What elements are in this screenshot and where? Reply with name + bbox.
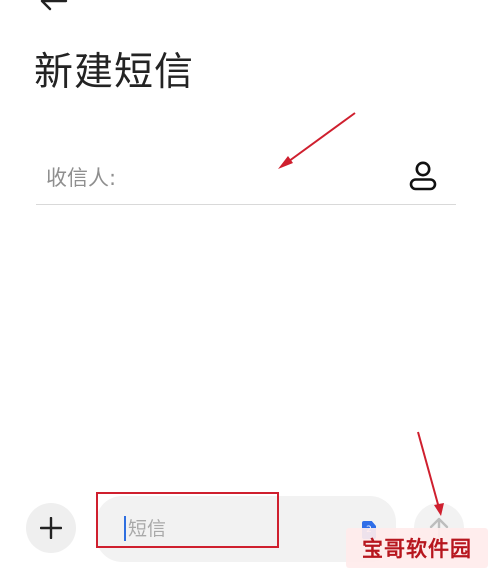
recipient-label: 收信人: [46,166,117,190]
send-button[interactable] [414,503,464,553]
arrow-left-icon [40,0,68,11]
page-title: 新建短信 [34,50,195,95]
sim-card-icon[interactable]: 2 [362,521,376,539]
annotation-arrow-send [417,431,440,509]
send-arrow-up-icon [429,517,449,540]
message-composer[interactable] [96,496,396,562]
recipient-field[interactable]: 收信人: [36,154,456,205]
add-attachment-button[interactable] [26,503,76,553]
back-button[interactable] [36,0,70,14]
text-caret [124,516,126,541]
plus-icon [40,517,62,539]
message-input[interactable] [124,514,348,544]
contact-person-icon [409,161,437,191]
contact-picker-button[interactable] [408,160,438,192]
